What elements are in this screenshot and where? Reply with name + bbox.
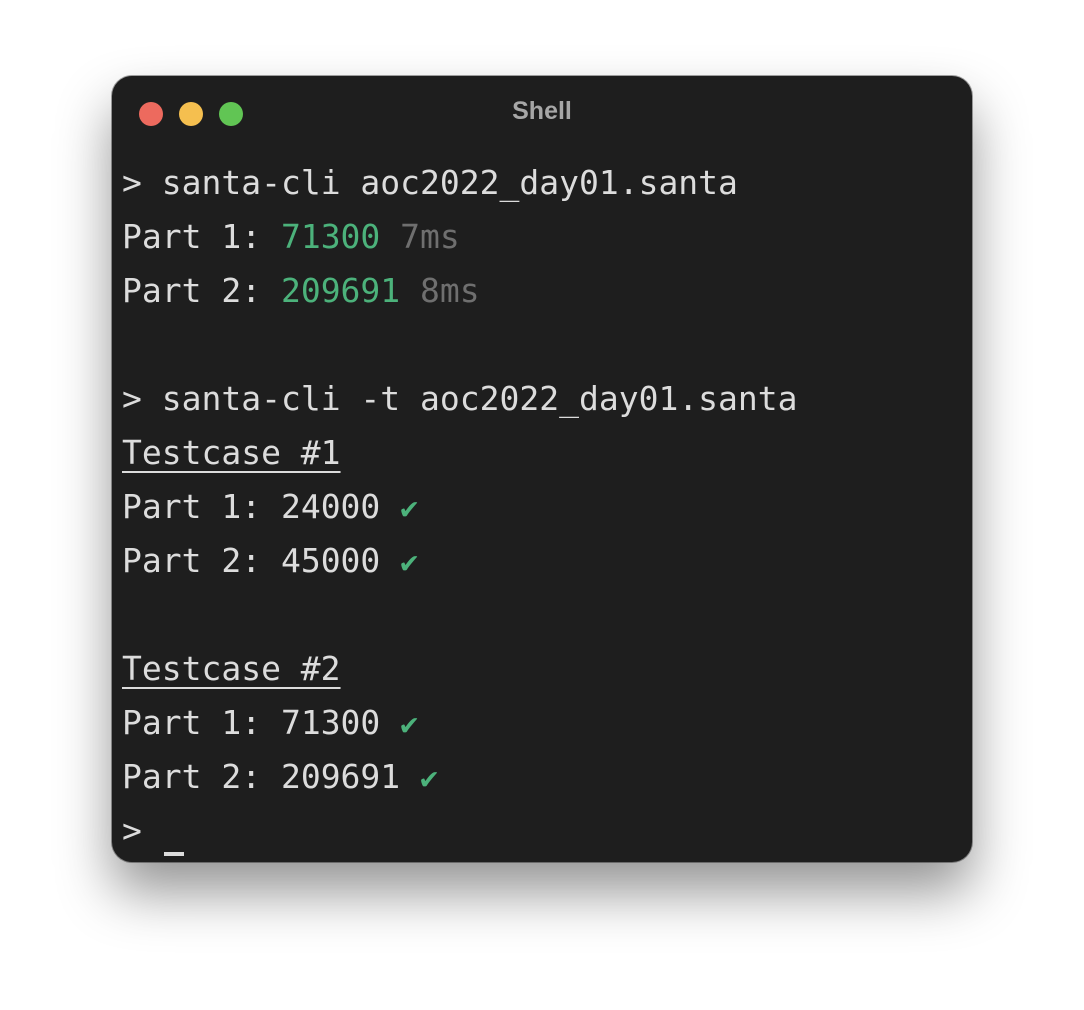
result-value: 209691 xyxy=(280,271,401,310)
test-result-line: Part 1: 71300 ✔ xyxy=(122,696,972,750)
window-title: Shell xyxy=(512,97,572,125)
input-prompt-line[interactable]: > xyxy=(122,804,972,858)
result-time: 7ms xyxy=(400,217,460,256)
result-line: Part 1: 71300 7ms xyxy=(122,210,972,264)
result-label: Part 2: xyxy=(122,541,262,580)
test-result-line: Part 2: 209691 ✔ xyxy=(122,750,972,804)
prompt-symbol: > xyxy=(122,379,142,418)
check-icon: ✔ xyxy=(420,761,439,796)
check-icon: ✔ xyxy=(400,491,419,526)
result-label: Part 1: xyxy=(122,703,262,742)
prompt-symbol: > xyxy=(122,811,142,850)
result-label: Part 1: xyxy=(122,487,262,526)
result-label: Part 2: xyxy=(122,271,262,310)
test-result-line: Part 1: 24000 ✔ xyxy=(122,480,972,534)
command-text: santa-cli -t aoc2022_day01.santa xyxy=(161,379,798,418)
terminal-output[interactable]: > santa-cli aoc2022_day01.santa Part 1: … xyxy=(122,156,972,858)
terminal-window: Shell > santa-cli aoc2022_day01.santa Pa… xyxy=(112,76,972,862)
check-icon: ✔ xyxy=(400,707,419,742)
result-line: Part 2: 209691 8ms xyxy=(122,264,972,318)
command-line-test: > santa-cli -t aoc2022_day01.santa xyxy=(122,372,972,426)
result-value: 71300 xyxy=(280,703,381,742)
result-value: 24000 xyxy=(280,487,381,526)
testcase-heading: Testcase #1 xyxy=(122,426,972,480)
result-label: Part 2: xyxy=(122,757,262,796)
result-label: Part 1: xyxy=(122,217,262,256)
test-result-line: Part 2: 45000 ✔ xyxy=(122,534,972,588)
testcase-title: Testcase #1 xyxy=(122,433,341,472)
command-text: santa-cli aoc2022_day01.santa xyxy=(161,163,738,202)
result-value: 45000 xyxy=(280,541,381,580)
prompt-symbol: > xyxy=(122,163,142,202)
result-time: 8ms xyxy=(420,271,480,310)
title-bar: Shell xyxy=(112,76,972,152)
testcase-title: Testcase #2 xyxy=(122,649,341,688)
check-icon: ✔ xyxy=(400,545,419,580)
result-value: 209691 xyxy=(280,757,401,796)
testcase-heading: Testcase #2 xyxy=(122,642,972,696)
command-line-run: > santa-cli aoc2022_day01.santa xyxy=(122,156,972,210)
result-value: 71300 xyxy=(280,217,381,256)
text-cursor xyxy=(163,852,184,856)
